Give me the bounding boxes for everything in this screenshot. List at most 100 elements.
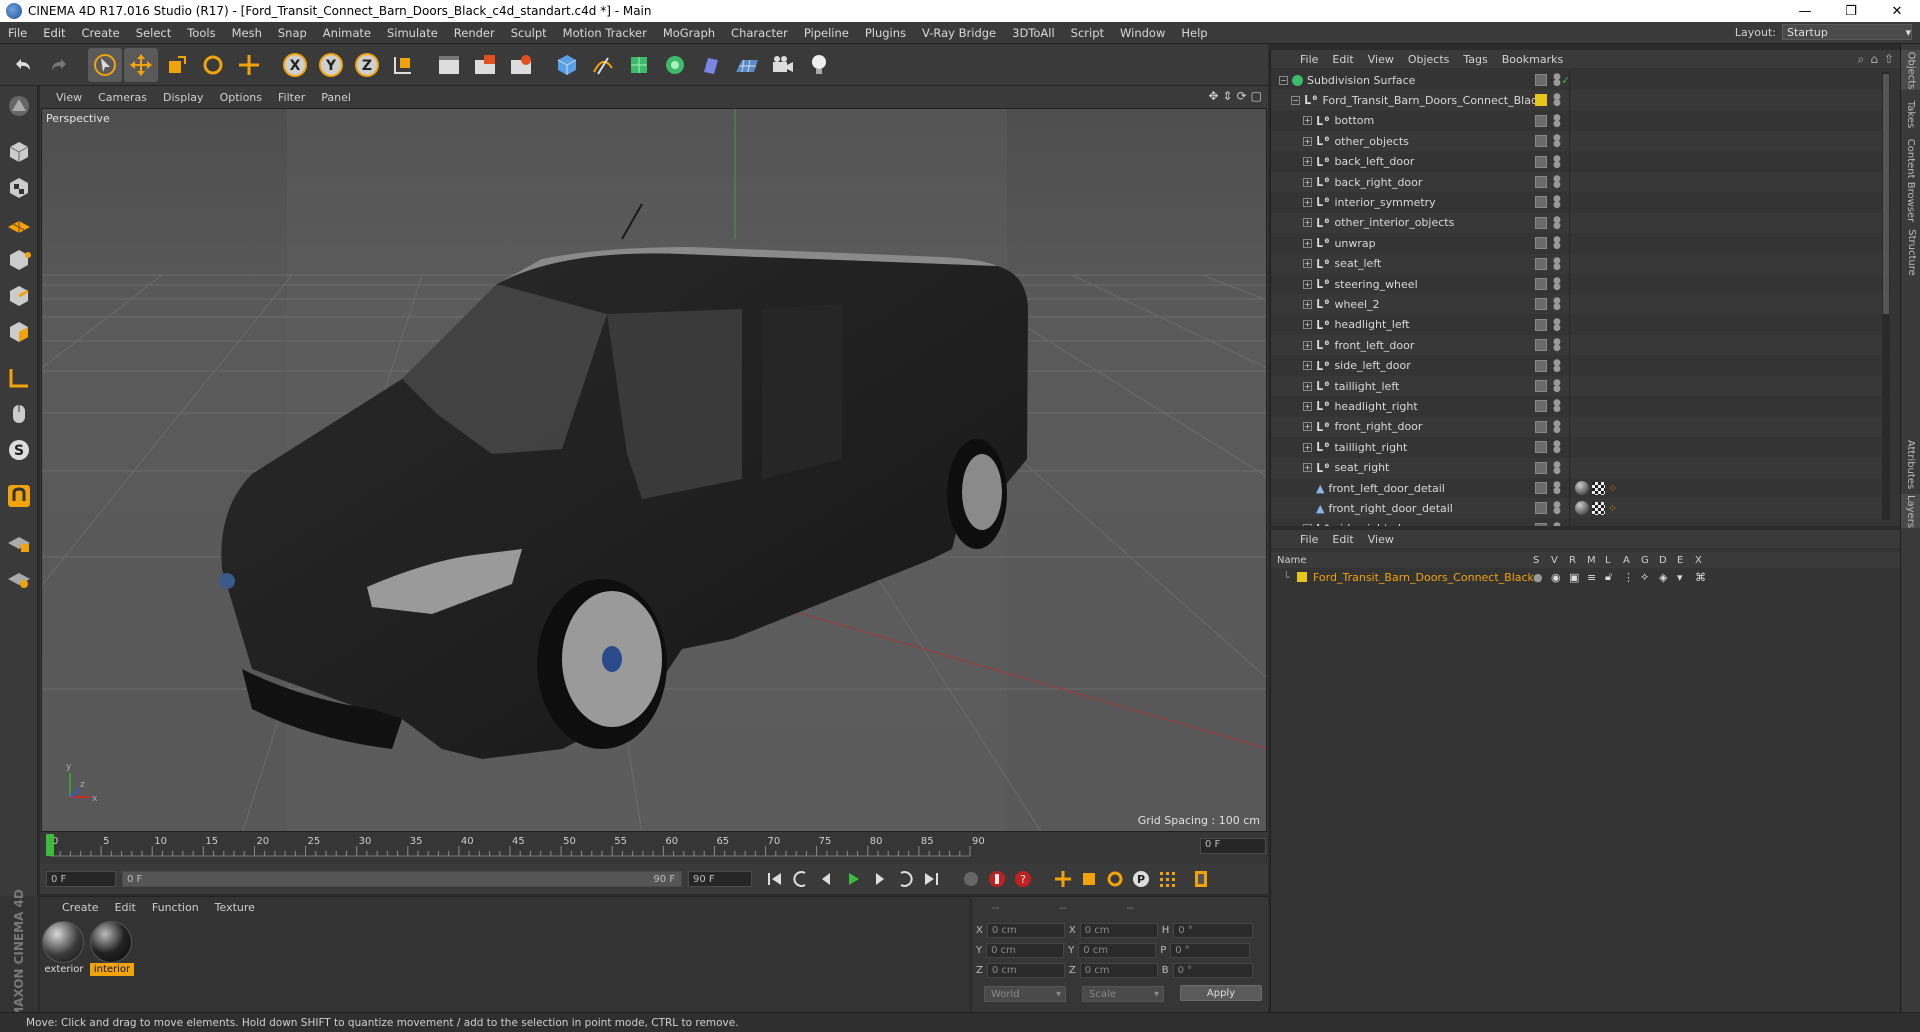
visibility-dots-icon[interactable]: ●● [1553, 501, 1561, 516]
visibility-dots-icon[interactable]: ●● [1553, 277, 1561, 292]
layer-toggle-icon[interactable] [1535, 339, 1547, 352]
expand-toggle-icon[interactable]: + [1303, 177, 1312, 187]
visibility-dots-icon[interactable]: ●● [1553, 460, 1561, 475]
playhead-marker[interactable] [46, 834, 54, 856]
menu-pipeline[interactable]: Pipeline [796, 26, 857, 40]
object-row[interactable]: +▲front_left_door_detail ●● ⁘ [1271, 478, 1891, 498]
visibility-dots-icon[interactable]: ●● [1553, 338, 1561, 353]
dolly-view-icon[interactable]: ⇕ [1223, 89, 1233, 103]
layer-toggle-icon[interactable] [1535, 400, 1547, 413]
go-to-start-button[interactable] [762, 866, 788, 892]
layer-toggle-icon[interactable] [1535, 420, 1547, 433]
solo-toggle-icon[interactable]: ● [1533, 571, 1543, 584]
layer-toggle-icon[interactable] [1535, 176, 1547, 188]
layout-dropdown[interactable]: Startup ▾ [1782, 24, 1912, 40]
material-menu-texture[interactable]: Texture [207, 901, 263, 914]
visibility-dots-icon[interactable]: ●● [1553, 73, 1561, 88]
expand-toggle-icon[interactable]: + [1303, 259, 1312, 269]
scale-tool-button[interactable] [160, 48, 194, 82]
object-name[interactable]: steering_wheel [1334, 278, 1417, 291]
layer-toggle-icon[interactable] [1535, 237, 1547, 250]
points-mode-button[interactable] [3, 244, 35, 276]
visibility-dots-icon[interactable]: ●● [1553, 195, 1561, 210]
viewport-menu-panel[interactable]: Panel [313, 91, 359, 104]
visibility-dots-icon[interactable]: ●● [1553, 481, 1561, 496]
visibility-dots-icon[interactable]: ●● [1553, 399, 1561, 414]
viewport-menu-cameras[interactable]: Cameras [90, 91, 155, 104]
key-scale-button[interactable] [1076, 866, 1102, 892]
expand-toggle-icon[interactable]: + [1303, 279, 1312, 289]
viewport-canvas[interactable]: y x z Perspective Grid Spacing : 100 cm [41, 108, 1267, 832]
layer-name[interactable]: Ford_Transit_Barn_Doors_Connect_Black [1313, 571, 1534, 584]
tab-content-browser[interactable]: Content Browser [1901, 138, 1920, 222]
column-render[interactable]: R [1569, 555, 1576, 566]
object-row[interactable]: +▲front_right_door_detail ●● ⁘ [1271, 498, 1891, 519]
object-name[interactable]: front_left_door [1334, 339, 1414, 352]
object-row[interactable]: + L⁰ taillight_left ● ● [1271, 376, 1891, 396]
object-name[interactable]: wheel_2 [1334, 298, 1379, 311]
object-name[interactable]: back_right_door [1334, 176, 1422, 189]
generators-toggle-icon[interactable]: ⟡ [1641, 570, 1648, 584]
column-visible[interactable]: V [1551, 555, 1558, 566]
layer-toggle-icon[interactable] [1535, 196, 1547, 209]
snapping-button[interactable]: S [3, 434, 35, 466]
om-menu-bookmarks[interactable]: Bookmarks [1495, 53, 1570, 66]
column-locked[interactable]: L [1605, 555, 1611, 566]
selection-tag-icon[interactable]: ⁘ [1608, 482, 1617, 495]
om-menu-file[interactable]: File [1293, 53, 1325, 66]
visibility-dots-icon[interactable]: ●● [1553, 236, 1561, 251]
position-z-field[interactable]: 0 cm [986, 962, 1065, 978]
record-keyframe-button[interactable] [984, 866, 1010, 892]
motion-record-button[interactable] [958, 866, 984, 892]
object-row[interactable]: + L⁰ unwrap ● ● [1271, 233, 1891, 254]
layer-toggle-icon[interactable] [1535, 359, 1547, 372]
object-name[interactable]: bottom [1334, 114, 1374, 127]
expand-toggle-icon[interactable]: + [1303, 136, 1312, 146]
expand-toggle-icon[interactable]: + [1303, 422, 1312, 432]
rotation-h-field[interactable]: 0 ° [1173, 922, 1254, 938]
tweak-mode-button[interactable] [3, 398, 35, 430]
key-rotation-button[interactable] [1102, 866, 1128, 892]
coordinate-space-dropdown[interactable]: World ▾ [984, 986, 1066, 1002]
z-axis-lock-button[interactable]: Z [350, 48, 384, 82]
texture-mode-button[interactable] [3, 172, 35, 204]
object-row[interactable]: + L⁰ bottom ● ● [1271, 110, 1891, 131]
object-row[interactable]: + L⁰ taillight_right ● ● [1271, 437, 1891, 458]
expressions-toggle-icon[interactable]: ▾ [1677, 571, 1683, 584]
start-frame-field[interactable]: 0 F [46, 871, 116, 887]
object-row[interactable]: + L⁰ back_right_door ● ● [1271, 172, 1891, 192]
layer-toggle-icon[interactable] [1535, 74, 1547, 86]
visibility-dots-icon[interactable]: ●● [1553, 297, 1561, 312]
undo-button[interactable] [6, 48, 40, 82]
menu-3dtoall[interactable]: 3DToAll [1004, 26, 1063, 40]
previous-key-button[interactable] [788, 866, 814, 892]
close-button[interactable]: ✕ [1874, 0, 1920, 22]
object-name[interactable]: taillight_left [1334, 380, 1399, 393]
material-menu-create[interactable]: Create [54, 901, 107, 914]
om-menu-edit[interactable]: Edit [1325, 53, 1360, 66]
column-animation[interactable]: A [1623, 555, 1630, 566]
layer-toggle-icon[interactable] [1535, 502, 1547, 515]
column-xref[interactable]: X [1695, 555, 1702, 566]
search-icon[interactable]: ⌕ [1858, 52, 1865, 67]
render-view-button[interactable] [432, 48, 466, 82]
object-name[interactable]: unwrap [1334, 237, 1375, 250]
expand-toggle-icon[interactable]: + [1303, 340, 1312, 350]
layer-toggle-icon[interactable] [1535, 257, 1547, 270]
previous-frame-button[interactable] [814, 866, 840, 892]
menu-render[interactable]: Render [446, 26, 503, 40]
tab-objects[interactable]: Objects [1901, 50, 1920, 90]
object-name[interactable]: seat_right [1334, 461, 1389, 474]
menu-vray-bridge[interactable]: V-Ray Bridge [914, 26, 1004, 40]
visibility-dots-icon[interactable]: ●● [1553, 134, 1561, 149]
object-name[interactable]: side_left_door [1334, 359, 1410, 372]
expand-toggle-icon[interactable]: − [1291, 95, 1300, 105]
edges-mode-button[interactable] [3, 280, 35, 312]
rotate-tool-button[interactable] [196, 48, 230, 82]
expand-toggle-icon[interactable]: + [1303, 197, 1312, 207]
polygons-mode-button[interactable] [3, 316, 35, 348]
toggle-layout-icon[interactable]: ▢ [1251, 89, 1262, 103]
menu-snap[interactable]: Snap [270, 26, 315, 40]
add-cube-button[interactable] [550, 48, 584, 82]
menu-select[interactable]: Select [128, 26, 179, 40]
